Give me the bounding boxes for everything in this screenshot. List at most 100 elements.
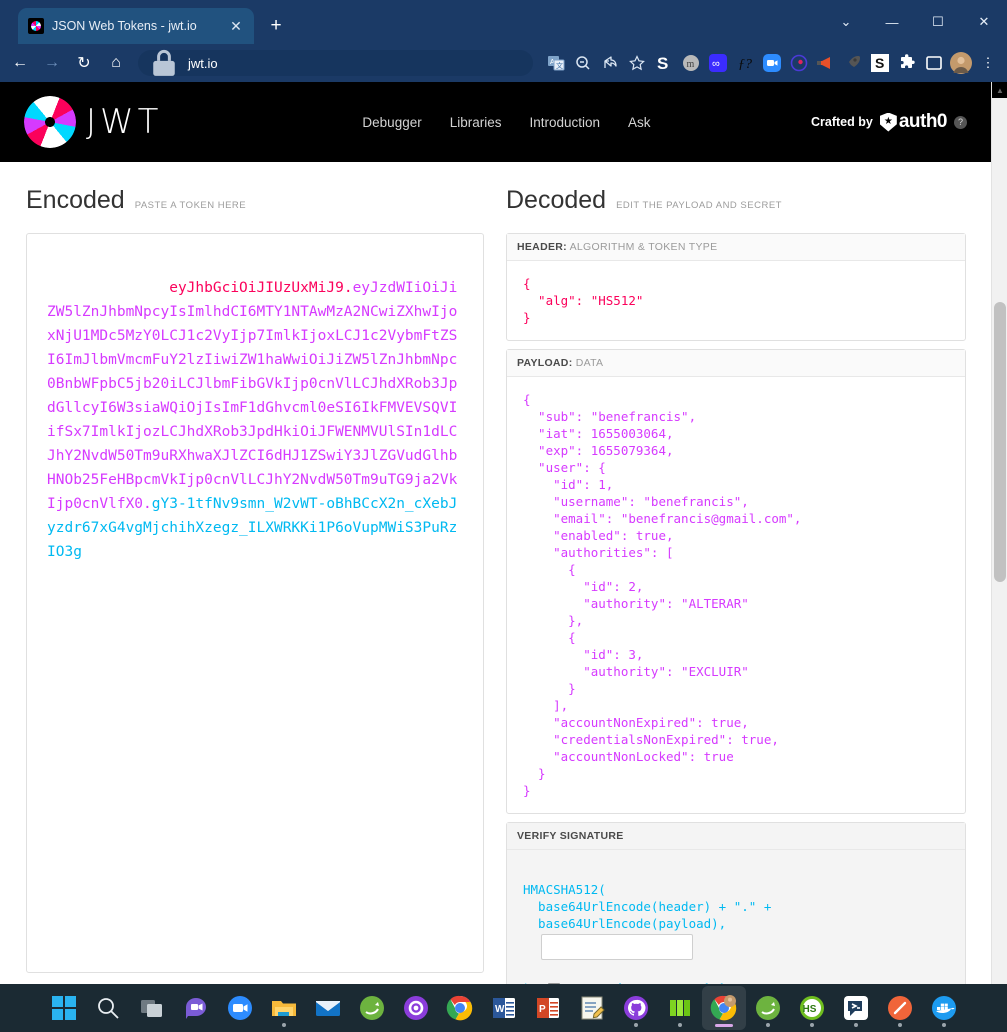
encoded-subtitle: PASTE A TOKEN HERE [134, 200, 247, 211]
zoom-out-icon[interactable] [570, 50, 596, 76]
forward-icon[interactable]: → [36, 48, 68, 78]
skype-extension-icon[interactable]: S [651, 50, 677, 76]
rocket-extension-icon[interactable] [840, 50, 866, 76]
chrome-menu-icon[interactable]: ⋮ [975, 50, 1001, 76]
running-indicator [633, 1023, 638, 1027]
task-view-icon[interactable] [130, 986, 174, 1030]
chrome-active-icon[interactable] [701, 986, 746, 1030]
encoded-token-box[interactable]: eyJhbGciOiJIUzUxMiJ9.eyJzdWIiOiJiZW5lZnJ… [26, 233, 484, 973]
address-bar-text: jwt.io [188, 55, 218, 71]
docker-icon[interactable] [922, 986, 966, 1030]
hubspot-icon[interactable]: HS [790, 986, 834, 1030]
zoom-video-extension-icon[interactable] [759, 50, 785, 76]
formula-extension-icon[interactable]: ƒ? [732, 50, 758, 76]
close-tab-icon[interactable]: ✕ [226, 16, 246, 36]
jwt-favicon [28, 18, 44, 34]
sidepanel-icon[interactable] [921, 50, 947, 76]
jwt-logo-icon [24, 96, 76, 148]
lock-icon [153, 49, 175, 76]
running-indicator [677, 1023, 682, 1027]
github-desktop-icon[interactable] [614, 986, 658, 1030]
browser-tab[interactable]: JSON Web Tokens - jwt.io ✕ [18, 8, 254, 44]
jwt-logo-text: JWT [86, 102, 163, 142]
page-scrollbar[interactable]: ▲ [991, 82, 1007, 984]
svg-text:ƒ?: ƒ? [738, 57, 752, 72]
file-explorer-icon[interactable] [262, 986, 306, 1030]
zoom-taskbar-icon[interactable] [218, 986, 262, 1030]
tab-search-button[interactable]: ⌄ [823, 0, 869, 44]
spring-tool-suite-icon[interactable] [350, 986, 394, 1030]
header-panel-label: HEADER: ALGORITHM & TOKEN TYPE [507, 234, 965, 261]
encoded-title: Encoded [26, 186, 125, 214]
svg-text:m: m [687, 59, 695, 70]
nav-introduction[interactable]: Introduction [530, 115, 601, 130]
chat-icon[interactable] [174, 986, 218, 1030]
running-indicator [897, 1023, 902, 1027]
home-icon[interactable]: ⌂ [100, 48, 132, 78]
back-icon[interactable]: ← [4, 48, 36, 78]
profile-avatar[interactable] [948, 50, 974, 76]
scroll-up-arrow-icon[interactable]: ▲ [992, 82, 1007, 98]
decoded-title: Decoded [506, 186, 607, 214]
spring-boot-icon[interactable] [746, 986, 790, 1030]
grammarly-extension-icon[interactable]: S [867, 50, 893, 76]
payload-json-editor[interactable]: { "sub": "benefrancis", "iat": 165500306… [507, 377, 965, 813]
token-separator-2: . [143, 496, 152, 512]
page-content: JWT Debugger Libraries Introduction Ask … [0, 82, 991, 984]
close-window-button[interactable]: ✕ [961, 0, 1007, 44]
bookmark-star-icon[interactable] [624, 50, 650, 76]
running-indicator [809, 1023, 814, 1027]
browser-toolbar: ← → ↻ ⌂ jwt.io A文 S m ∞ ƒ? S ⋮ [0, 44, 1007, 82]
excel-icon[interactable] [658, 986, 702, 1030]
postman-icon[interactable] [878, 986, 922, 1030]
loom-extension-icon[interactable] [786, 50, 812, 76]
running-indicator [941, 1023, 946, 1027]
payload-panel: PAYLOAD: DATA { "sub": "benefrancis", "i… [506, 349, 966, 814]
signature-editor: HMACSHA512( base64UrlEncode(header) + ".… [507, 850, 965, 984]
puzzle-extensions-icon[interactable] [894, 50, 920, 76]
header-json-editor[interactable]: { "alg": "HS512" } [507, 261, 965, 340]
new-tab-button[interactable]: + [262, 12, 290, 40]
minimize-button[interactable]: — [869, 0, 915, 44]
powerpoint-icon[interactable]: P [526, 986, 570, 1030]
window-controls: ⌄ — ☐ ✕ [823, 0, 1007, 44]
intellij-icon[interactable] [394, 986, 438, 1030]
encoded-token-text[interactable]: eyJhbGciOiJIUzUxMiJ9.eyJzdWIiOiJiZW5lZnJ… [47, 252, 463, 588]
reload-icon[interactable]: ↻ [68, 48, 100, 78]
encoded-heading: Encoded PASTE A TOKEN HERE [26, 186, 484, 215]
debugger: Encoded PASTE A TOKEN HERE eyJhbGciOiJIU… [0, 162, 991, 984]
info-icon[interactable]: ? [954, 115, 967, 129]
secret-input[interactable] [541, 934, 693, 960]
svg-text:P: P [539, 1004, 546, 1015]
notepad-icon[interactable] [570, 986, 614, 1030]
windows-taskbar: W P HS [0, 984, 1007, 1032]
chrome-icon[interactable] [438, 986, 482, 1030]
honey-extension-icon[interactable]: ∞ [705, 50, 731, 76]
running-indicator [853, 1023, 858, 1027]
mastodon-extension-icon[interactable]: m [678, 50, 704, 76]
maximize-button[interactable]: ☐ [915, 0, 961, 44]
mail-icon[interactable] [306, 986, 350, 1030]
payload-panel-label-light: DATA [575, 357, 604, 369]
share-icon[interactable] [597, 50, 623, 76]
nav-libraries[interactable]: Libraries [450, 115, 502, 130]
jwt-logo[interactable]: JWT [24, 96, 162, 148]
address-bar[interactable]: jwt.io [138, 49, 533, 76]
azure-data-studio-icon[interactable] [834, 986, 878, 1030]
translate-icon[interactable]: A文 [543, 50, 569, 76]
start-button-icon[interactable] [42, 986, 86, 1030]
nav-ask[interactable]: Ask [628, 115, 651, 130]
crafted-by-label: Crafted by [810, 115, 873, 129]
site-nav: Debugger Libraries Introduction Ask [362, 115, 650, 130]
token-separator-1: . [343, 280, 353, 296]
signature-line-3: base64UrlEncode(payload), [523, 916, 727, 931]
nav-debugger[interactable]: Debugger [362, 115, 421, 130]
search-icon[interactable] [86, 986, 130, 1030]
scrollbar-thumb[interactable] [994, 302, 1006, 582]
tab-strip: JSON Web Tokens - jwt.io ✕ + ⌄ — ☐ ✕ [0, 0, 1007, 44]
word-icon[interactable]: W [482, 986, 526, 1030]
megaphone-extension-icon[interactable] [813, 50, 839, 76]
crafted-by-auth0[interactable]: Crafted by ★ auth0 ? [811, 111, 967, 133]
page-viewport: JWT Debugger Libraries Introduction Ask … [0, 82, 1007, 984]
auth0-wordmark: auth0 [898, 111, 948, 132]
